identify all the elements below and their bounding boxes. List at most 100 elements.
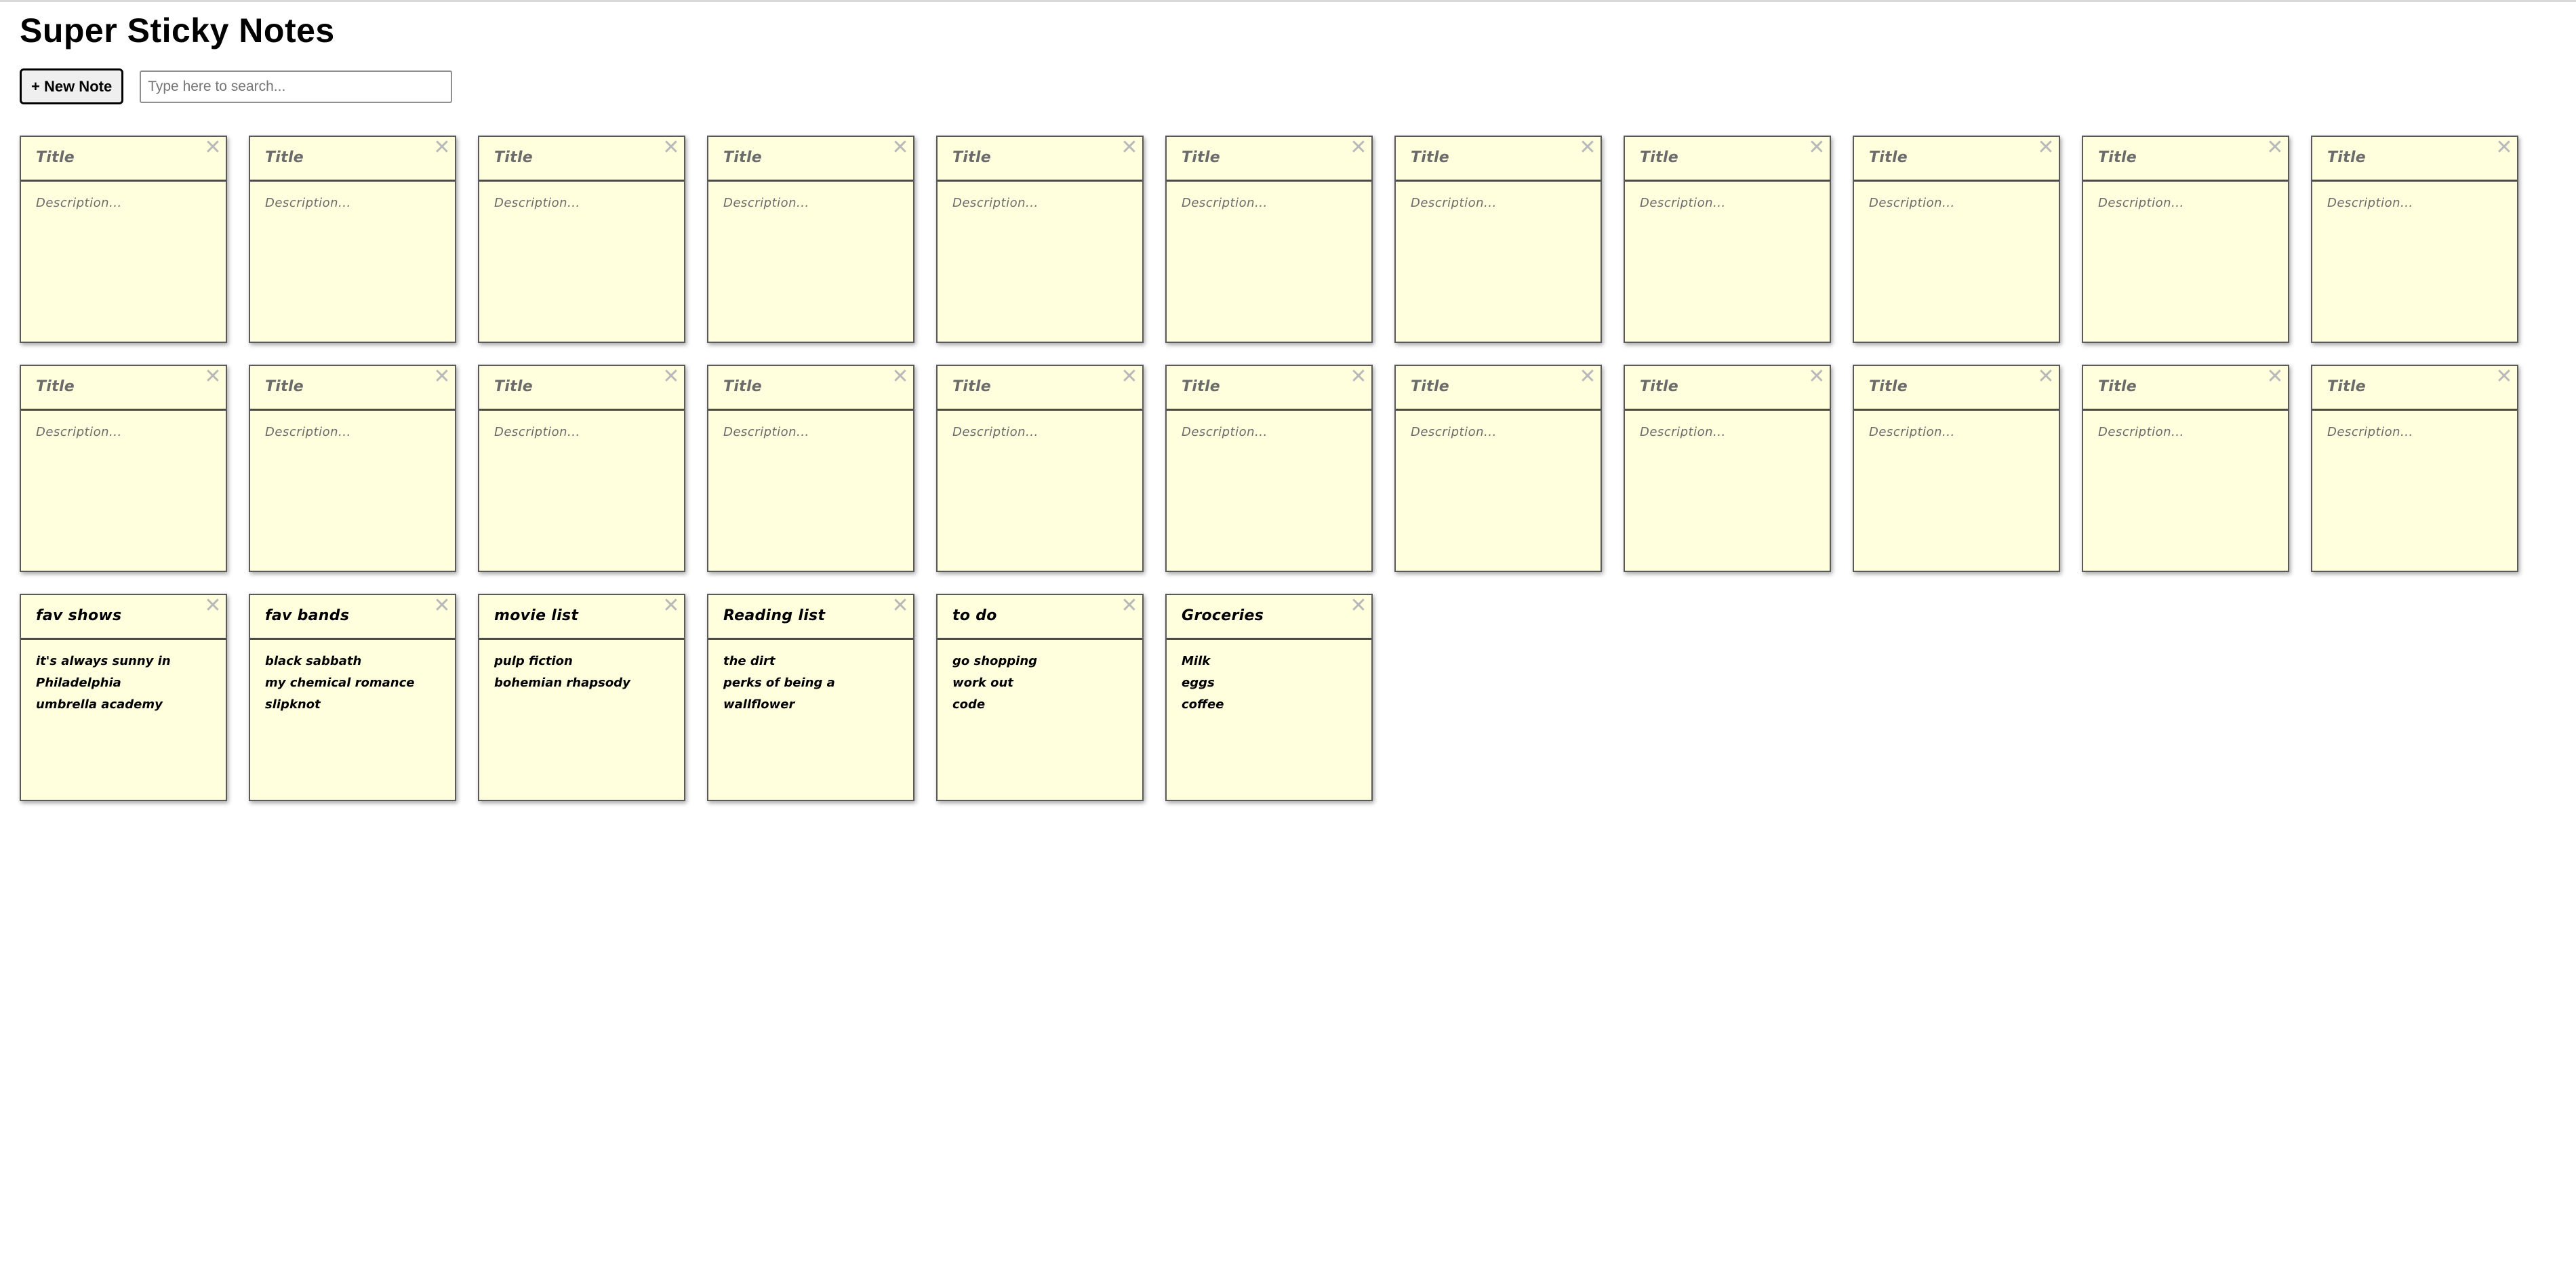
sticky-note[interactable]: Groceries ✕ Milk eggs coffee — [1165, 594, 1373, 801]
close-icon[interactable]: ✕ — [432, 367, 452, 388]
close-icon[interactable]: ✕ — [203, 367, 223, 388]
close-icon[interactable]: ✕ — [432, 596, 452, 617]
note-title-field[interactable]: fav bands — [265, 607, 349, 624]
sticky-note[interactable]: Reading list ✕ the dirt perks of being a… — [707, 594, 914, 801]
sticky-note[interactable]: Title ✕ Description... — [936, 365, 1144, 572]
note-description-field[interactable]: black sabbath my chemical romance slipkn… — [265, 651, 445, 716]
note-description-field[interactable]: Description... — [2098, 192, 2278, 214]
close-icon[interactable]: ✕ — [661, 138, 681, 159]
note-title-field[interactable]: Title — [723, 149, 762, 166]
note-description-field[interactable]: Description... — [1411, 192, 1591, 214]
note-title-field[interactable]: Title — [36, 149, 75, 166]
note-description-field[interactable]: the dirt perks of being a wallflower — [723, 651, 904, 716]
note-title-field[interactable]: Title — [952, 149, 991, 166]
sticky-note[interactable]: Title ✕ Description... — [20, 365, 227, 572]
note-description-field[interactable]: Description... — [1182, 192, 1362, 214]
close-icon[interactable]: ✕ — [890, 138, 910, 159]
sticky-note[interactable]: Title ✕ Description... — [478, 365, 685, 572]
close-icon[interactable]: ✕ — [1119, 138, 1140, 159]
close-icon[interactable]: ✕ — [203, 138, 223, 159]
sticky-note[interactable]: Title ✕ Description... — [2082, 365, 2289, 572]
note-description-field[interactable]: Description... — [494, 192, 675, 214]
sticky-note[interactable]: Title ✕ Description... — [707, 365, 914, 572]
note-title-field[interactable]: Groceries — [1182, 607, 1264, 624]
note-description-field[interactable]: Description... — [2098, 422, 2278, 443]
note-title-field[interactable]: Title — [1182, 149, 1220, 166]
note-description-field[interactable]: Description... — [723, 192, 904, 214]
note-title-field[interactable]: Title — [1411, 378, 1449, 395]
sticky-note[interactable]: fav shows ✕ it's always sunny in Philade… — [20, 594, 227, 801]
sticky-note[interactable]: Title ✕ Description... — [249, 365, 456, 572]
note-title-field[interactable]: Title — [723, 378, 762, 395]
close-icon[interactable]: ✕ — [2265, 138, 2285, 159]
note-description-field[interactable]: Description... — [494, 422, 675, 443]
close-icon[interactable]: ✕ — [2494, 367, 2514, 388]
close-icon[interactable]: ✕ — [890, 596, 910, 617]
note-description-field[interactable]: Description... — [1411, 422, 1591, 443]
close-icon[interactable]: ✕ — [2036, 138, 2056, 159]
close-icon[interactable]: ✕ — [1577, 138, 1598, 159]
sticky-note[interactable]: Title ✕ Description... — [1624, 365, 1831, 572]
close-icon[interactable]: ✕ — [1348, 138, 1369, 159]
note-title-field[interactable]: Reading list — [723, 607, 825, 624]
sticky-note[interactable]: Title ✕ Description... — [2311, 136, 2518, 343]
close-icon[interactable]: ✕ — [661, 367, 681, 388]
new-note-button[interactable]: + New Note — [20, 68, 124, 104]
sticky-note[interactable]: Title ✕ Description... — [1394, 136, 1602, 343]
note-description-field[interactable]: pulp fiction bohemian rhapsody — [494, 651, 675, 694]
close-icon[interactable]: ✕ — [1577, 367, 1598, 388]
note-title-field[interactable]: Title — [1869, 149, 1908, 166]
sticky-note[interactable]: Title ✕ Description... — [936, 136, 1144, 343]
close-icon[interactable]: ✕ — [1119, 367, 1140, 388]
note-title-field[interactable]: movie list — [494, 607, 578, 624]
close-icon[interactable]: ✕ — [1348, 367, 1369, 388]
note-description-field[interactable]: Description... — [265, 192, 445, 214]
close-icon[interactable]: ✕ — [2494, 138, 2514, 159]
note-title-field[interactable]: to do — [952, 607, 997, 624]
note-description-field[interactable]: Description... — [1640, 422, 1820, 443]
note-title-field[interactable]: Title — [1411, 149, 1449, 166]
sticky-note[interactable]: movie list ✕ pulp fiction bohemian rhaps… — [478, 594, 685, 801]
close-icon[interactable]: ✕ — [432, 138, 452, 159]
note-description-field[interactable]: Description... — [2327, 422, 2508, 443]
close-icon[interactable]: ✕ — [890, 367, 910, 388]
note-description-field[interactable]: Description... — [2327, 192, 2508, 214]
close-icon[interactable]: ✕ — [2265, 367, 2285, 388]
note-title-field[interactable]: Title — [1640, 378, 1678, 395]
sticky-note[interactable]: Title ✕ Description... — [478, 136, 685, 343]
sticky-note[interactable]: Title ✕ Description... — [1853, 136, 2060, 343]
sticky-note[interactable]: Title ✕ Description... — [1394, 365, 1602, 572]
close-icon[interactable]: ✕ — [1807, 367, 1827, 388]
sticky-note[interactable]: Title ✕ Description... — [1853, 365, 2060, 572]
close-icon[interactable]: ✕ — [661, 596, 681, 617]
sticky-note[interactable]: Title ✕ Description... — [249, 136, 456, 343]
note-description-field[interactable]: Description... — [952, 422, 1133, 443]
note-description-field[interactable]: Description... — [265, 422, 445, 443]
note-description-field[interactable]: Description... — [723, 422, 904, 443]
sticky-note[interactable]: Title ✕ Description... — [1624, 136, 1831, 343]
close-icon[interactable]: ✕ — [2036, 367, 2056, 388]
sticky-note[interactable]: to do ✕ go shopping work out code — [936, 594, 1144, 801]
sticky-note[interactable]: Title ✕ Description... — [1165, 136, 1373, 343]
sticky-note[interactable]: Title ✕ Description... — [2082, 136, 2289, 343]
note-title-field[interactable]: Title — [1640, 149, 1678, 166]
note-title-field[interactable]: Title — [265, 149, 304, 166]
sticky-note[interactable]: Title ✕ Description... — [20, 136, 227, 343]
note-title-field[interactable]: Title — [494, 149, 533, 166]
note-description-field[interactable]: go shopping work out code — [952, 651, 1133, 716]
note-title-field[interactable]: Title — [1182, 378, 1220, 395]
search-input[interactable] — [140, 70, 453, 103]
note-description-field[interactable]: it's always sunny in Philadelphia umbrel… — [36, 651, 216, 716]
note-description-field[interactable]: Description... — [952, 192, 1133, 214]
sticky-note[interactable]: Title ✕ Description... — [1165, 365, 1373, 572]
close-icon[interactable]: ✕ — [203, 596, 223, 617]
note-title-field[interactable]: Title — [1869, 378, 1908, 395]
note-title-field[interactable]: Title — [2098, 149, 2137, 166]
note-description-field[interactable]: Description... — [36, 192, 216, 214]
close-icon[interactable]: ✕ — [1807, 138, 1827, 159]
close-icon[interactable]: ✕ — [1348, 596, 1369, 617]
note-title-field[interactable]: Title — [2327, 149, 2366, 166]
note-title-field[interactable]: Title — [265, 378, 304, 395]
note-description-field[interactable]: Description... — [36, 422, 216, 443]
note-title-field[interactable]: fav shows — [36, 607, 121, 624]
